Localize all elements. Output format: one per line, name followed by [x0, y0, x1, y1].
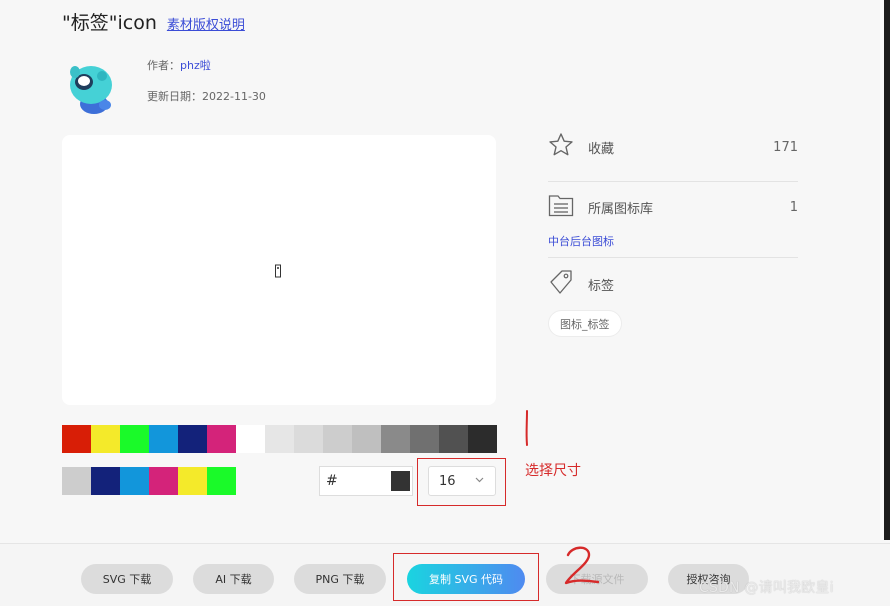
tag-icon-preview: [274, 263, 282, 278]
favorite-label: 收藏: [588, 141, 615, 157]
annotation-marker-1: [520, 408, 534, 452]
color-swatch[interactable]: [62, 467, 91, 495]
png-download-button[interactable]: PNG 下载: [294, 564, 386, 594]
color-swatch[interactable]: [468, 425, 497, 453]
color-swatch[interactable]: [439, 425, 468, 453]
ai-download-button[interactable]: AI 下载: [193, 564, 274, 594]
library-row: 所属图标库 1: [548, 193, 798, 221]
author-name[interactable]: phz啦: [180, 59, 211, 72]
star-icon: [548, 132, 574, 162]
tag-chip[interactable]: 图标_标签: [548, 310, 622, 337]
divider: [548, 181, 798, 182]
color-swatch[interactable]: [149, 467, 178, 495]
date-value: 2022-11-30: [202, 90, 266, 103]
current-color-swatch[interactable]: [391, 471, 410, 491]
annotation-box-size: [417, 458, 506, 506]
tag-icon: [548, 269, 574, 299]
color-swatch[interactable]: [91, 467, 120, 495]
annotation-box-copy: [393, 553, 539, 601]
color-swatch[interactable]: [178, 467, 207, 495]
color-swatch[interactable]: [149, 425, 178, 453]
page-title: "标签"icon: [62, 12, 157, 34]
library-label: 所属图标库: [588, 201, 654, 217]
color-swatch[interactable]: [265, 425, 294, 453]
color-swatch[interactable]: [207, 425, 236, 453]
color-swatch[interactable]: [236, 425, 265, 453]
tags-label: 标签: [588, 278, 615, 294]
color-swatch[interactable]: [294, 425, 323, 453]
color-swatch[interactable]: [62, 425, 91, 453]
author-label: 作者：: [147, 59, 180, 72]
color-palette-row-2: [62, 467, 236, 495]
date-line: 更新日期：2022-11-30: [147, 88, 266, 104]
author-line: 作者：phz啦: [147, 57, 211, 73]
color-swatch[interactable]: [120, 467, 149, 495]
annotation-marker-2: [558, 543, 602, 595]
svg-download-button[interactable]: SVG 下载: [81, 564, 173, 594]
color-swatch[interactable]: [381, 425, 410, 453]
tags-row: 标签: [548, 270, 798, 298]
color-swatch[interactable]: [178, 425, 207, 453]
color-swatch[interactable]: [91, 425, 120, 453]
color-swatch[interactable]: [323, 425, 352, 453]
color-swatch[interactable]: [120, 425, 149, 453]
hash-symbol: #: [326, 473, 338, 489]
folder-icon: [548, 193, 574, 221]
favorite-count: 171: [773, 139, 798, 155]
watermark: CSDN @请叫我欧皇i: [699, 580, 834, 596]
avatar: [64, 58, 120, 116]
color-swatch[interactable]: [410, 425, 439, 453]
favorite-row[interactable]: 收藏 171: [548, 133, 798, 161]
color-swatch[interactable]: [352, 425, 381, 453]
color-palette-row-1: [62, 425, 497, 453]
title-row: "标签"icon 素材版权说明: [62, 8, 245, 35]
hex-color-input[interactable]: #: [319, 466, 413, 496]
annotation-text: 选择尺寸: [525, 463, 581, 479]
scrollbar[interactable]: [884, 0, 890, 540]
copyright-link[interactable]: 素材版权说明: [167, 14, 245, 33]
color-swatch[interactable]: [207, 467, 236, 495]
divider: [548, 257, 798, 258]
library-count: 1: [789, 199, 798, 215]
date-label: 更新日期：: [147, 90, 202, 103]
library-link[interactable]: 中台后台图标: [548, 233, 614, 249]
